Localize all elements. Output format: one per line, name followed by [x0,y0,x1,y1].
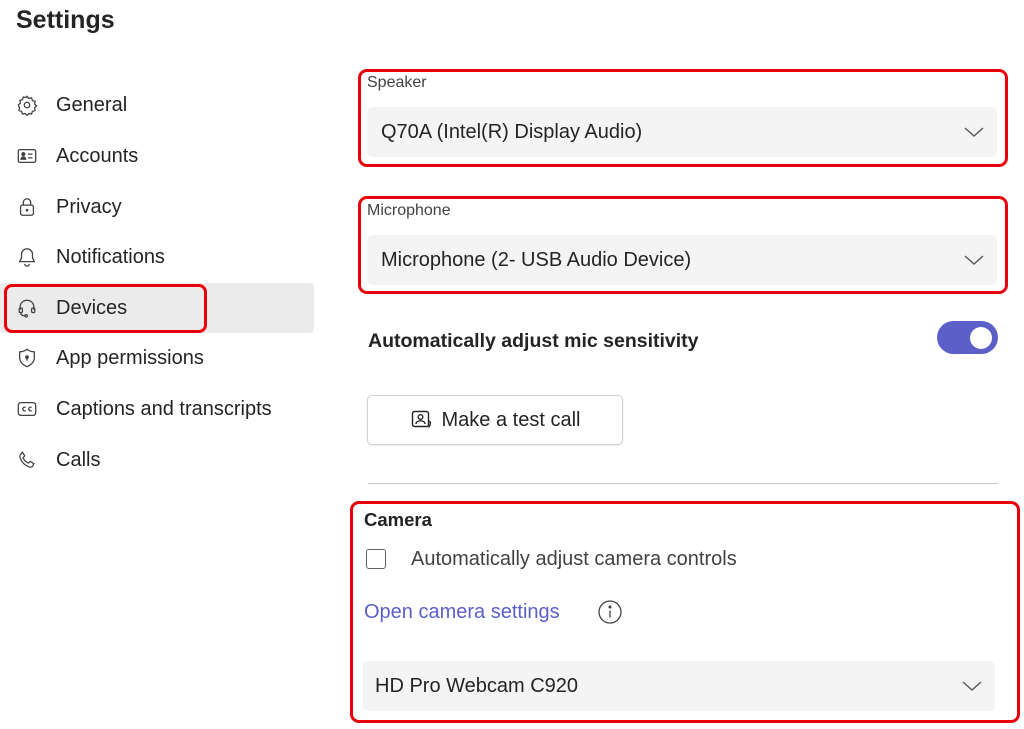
sidebar-item-label: General [56,93,128,116]
sidebar-item-notifications[interactable]: Notifications [0,232,314,282]
headset-icon [16,297,38,319]
make-test-call-button[interactable]: Make a test call [367,395,623,445]
sidebar-item-label: Devices [56,296,128,319]
chevron-down-icon [964,255,984,266]
sidebar-item-app-permissions[interactable]: App permissions [0,333,314,383]
page-title: Settings [16,6,115,34]
camera-dropdown[interactable]: HD Pro Webcam C920 [363,661,995,711]
sidebar-item-label: Accounts [56,144,139,167]
sidebar-item-general[interactable]: General [0,80,314,130]
microphone-label: Microphone [367,202,451,219]
chevron-down-icon [964,127,984,138]
sidebar-item-label: Calls [56,448,101,471]
sidebar-item-label: Notifications [56,245,165,268]
id-card-icon [16,145,38,167]
sidebar-item-accounts[interactable]: Accounts [0,131,314,181]
test-call-icon [411,410,431,428]
open-camera-settings-link[interactable]: Open camera settings [364,601,560,624]
camera-value: HD Pro Webcam C920 [375,674,579,697]
sidebar-item-label: Captions and transcripts [56,397,272,420]
microphone-dropdown[interactable]: Microphone (2- USB Audio Device) [367,235,997,285]
info-icon[interactable] [597,599,623,625]
sidebar-item-label: App permissions [56,346,204,369]
chevron-down-icon [962,681,982,692]
lock-icon [16,196,38,218]
shield-icon [16,347,38,369]
microphone-value: Microphone (2- USB Audio Device) [381,248,692,271]
gear-icon [16,94,38,116]
phone-icon [16,449,38,471]
camera-section-title: Camera [364,509,432,530]
bell-icon [16,246,38,268]
sidebar-item-label: Privacy [56,195,122,218]
mic-sensitivity-toggle[interactable] [937,321,998,354]
sidebar-item-devices[interactable]: Devices [0,283,314,333]
sidebar-item-privacy[interactable]: Privacy [0,182,314,232]
mic-sensitivity-label: Automatically adjust mic sensitivity [368,330,699,352]
sidebar-item-captions[interactable]: Captions and transcripts [0,384,314,434]
speaker-dropdown[interactable]: Q70A (Intel(R) Display Audio) [367,107,997,157]
speaker-label: Speaker [367,74,427,91]
auto-adjust-camera-checkbox[interactable] [366,549,386,569]
auto-adjust-camera-label: Automatically adjust camera controls [411,548,737,570]
test-call-label: Make a test call [441,408,581,431]
closed-captions-icon [16,398,38,420]
sidebar-item-calls[interactable]: Calls [0,435,314,485]
speaker-value: Q70A (Intel(R) Display Audio) [381,120,643,143]
toggle-knob [970,327,992,349]
section-divider [368,483,998,484]
